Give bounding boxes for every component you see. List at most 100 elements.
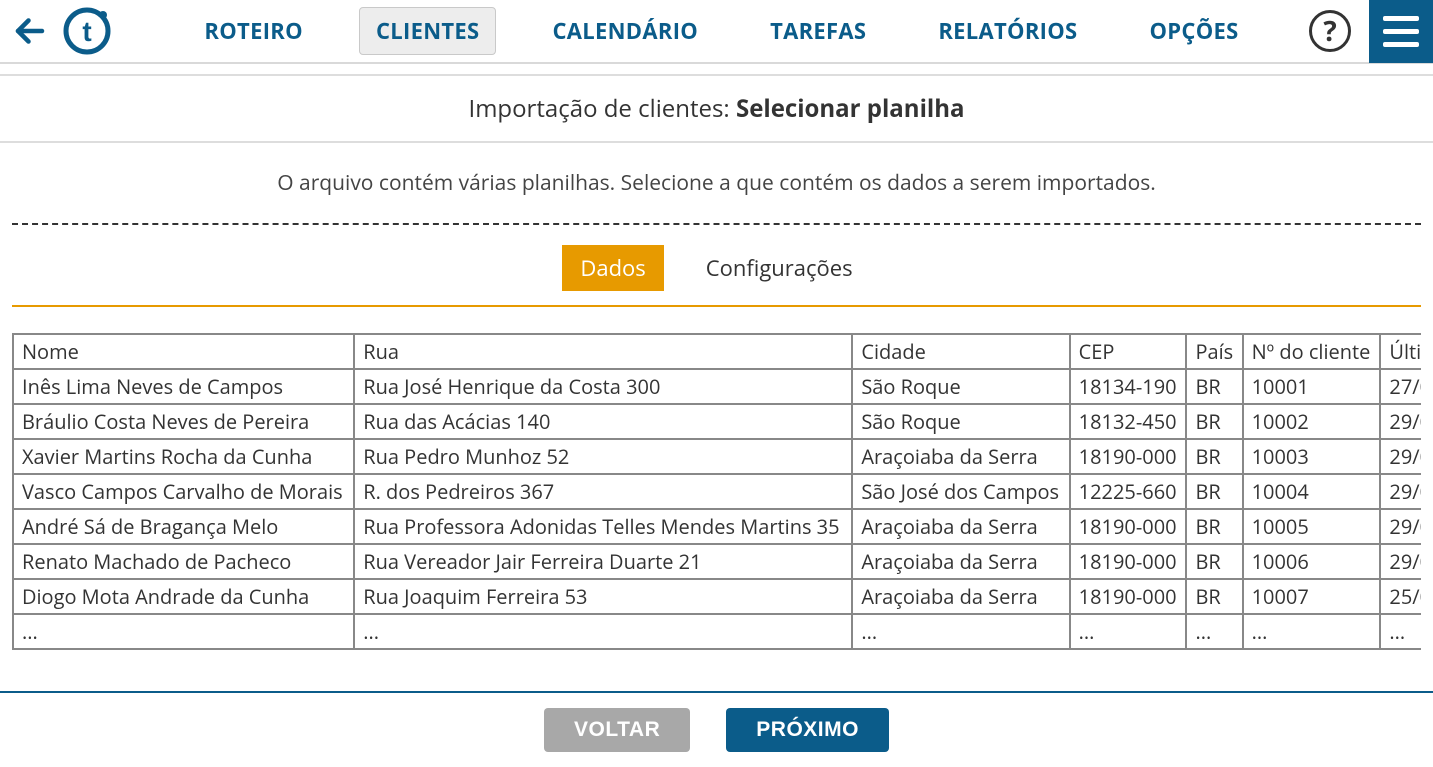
sheet-tabs: Dados Configurações: [12, 245, 1421, 307]
table-cell: 18190-000: [1070, 439, 1187, 474]
table-cell: 29/09/2: [1380, 509, 1421, 544]
column-header: Rua: [354, 334, 852, 369]
table-cell: 10004: [1243, 474, 1381, 509]
table-cell: 25/07/2: [1380, 579, 1421, 614]
table-body: Inês Lima Neves de CamposRua José Henriq…: [13, 369, 1421, 649]
table-cell: Diogo Mota Andrade da Cunha: [13, 579, 354, 614]
table-cell: Rua das Acácias 140: [354, 404, 852, 439]
table-row: .....................: [13, 614, 1421, 649]
content-inner: O arquivo contém várias planilhas. Selec…: [0, 143, 1433, 690]
table-cell: 18134-190: [1070, 369, 1187, 404]
nav-item-clientes[interactable]: CLIENTES: [359, 7, 497, 55]
table-cell: 10005: [1243, 509, 1381, 544]
table-cell: 12225-660: [1070, 474, 1187, 509]
table-cell: BR: [1186, 509, 1242, 544]
table-cell: 29/09/2: [1380, 474, 1421, 509]
table-cell: 10003: [1243, 439, 1381, 474]
top-right-controls: ?: [1309, 0, 1433, 63]
hamburger-icon: [1383, 42, 1419, 47]
next-step-button[interactable]: PRÓXIMO: [726, 708, 889, 752]
table-cell: Vasco Campos Carvalho de Morais: [13, 474, 354, 509]
help-button[interactable]: ?: [1309, 10, 1351, 52]
table-cell: ...: [13, 614, 354, 649]
divider: [12, 223, 1421, 225]
table-header-row: NomeRuaCidadeCEPPaísNº do clienteÚltimo: [13, 334, 1421, 369]
column-header: Último: [1380, 334, 1421, 369]
table-cell: ...: [1243, 614, 1381, 649]
table-row: Bráulio Costa Neves de PereiraRua das Ac…: [13, 404, 1421, 439]
column-header: Nº do cliente: [1243, 334, 1381, 369]
content-scroll-area[interactable]: O arquivo contém várias planilhas. Selec…: [0, 143, 1433, 691]
page-title-main: Selecionar planilha: [736, 92, 965, 125]
table-cell: Araçoiaba da Serra: [852, 544, 1069, 579]
table-cell: 29/09/2: [1380, 439, 1421, 474]
footer-actions: VOLTAR PRÓXIMO: [0, 691, 1433, 767]
table-cell: 10002: [1243, 404, 1381, 439]
table-cell: BR: [1186, 439, 1242, 474]
t-logo-icon: t: [62, 6, 112, 56]
column-header: Cidade: [852, 334, 1069, 369]
table-cell: São Roque: [852, 404, 1069, 439]
preview-table: NomeRuaCidadeCEPPaísNº do clienteÚltimo …: [12, 333, 1421, 650]
app-logo: t: [60, 4, 114, 58]
table-cell: ...: [1186, 614, 1242, 649]
table-cell: 18190-000: [1070, 579, 1187, 614]
table-cell: ...: [852, 614, 1069, 649]
table-cell: 29/09/2: [1380, 404, 1421, 439]
table-cell: BR: [1186, 544, 1242, 579]
table-cell: Rua José Henrique da Costa 300: [354, 369, 852, 404]
page-title: Importação de clientes: Selecionar plani…: [0, 74, 1433, 143]
svg-text:t: t: [82, 16, 91, 47]
table-cell: Renato Machado de Pacheco: [13, 544, 354, 579]
table-cell: 10007: [1243, 579, 1381, 614]
table-cell: Bráulio Costa Neves de Pereira: [13, 404, 354, 439]
table-cell: Rua Professora Adonidas Telles Mendes Ma…: [354, 509, 852, 544]
table-cell: ...: [1380, 614, 1421, 649]
instruction-text: O arquivo contém várias planilhas. Selec…: [10, 143, 1423, 223]
nav-item-relatórios[interactable]: RELATÓRIOS: [922, 8, 1093, 54]
table-cell: Araçoiaba da Serra: [852, 509, 1069, 544]
nav-item-opções[interactable]: OPÇÕES: [1133, 8, 1254, 54]
help-icon: ?: [1323, 12, 1336, 50]
table-row: Renato Machado de PachecoRua Vereador Ja…: [13, 544, 1421, 579]
hamburger-menu-button[interactable]: [1369, 0, 1433, 63]
table-cell: BR: [1186, 474, 1242, 509]
table-cell: 18190-000: [1070, 509, 1187, 544]
table-row: André Sá de Bragança MeloRua Professora …: [13, 509, 1421, 544]
table-cell: 10001: [1243, 369, 1381, 404]
column-header: País: [1186, 334, 1242, 369]
table-row: Xavier Martins Rocha da CunhaRua Pedro M…: [13, 439, 1421, 474]
table-row: Vasco Campos Carvalho de MoraisR. dos Pe…: [13, 474, 1421, 509]
table-cell: BR: [1186, 579, 1242, 614]
top-navigation: t ROTEIRO CLIENTES CALENDÁRIO TAREFAS RELATÓ…: [0, 0, 1433, 64]
hamburger-icon: [1383, 16, 1419, 21]
back-step-button[interactable]: VOLTAR: [544, 708, 690, 752]
nav-item-calendário[interactable]: CALENDÁRIO: [536, 8, 714, 54]
table-row: Diogo Mota Andrade da CunhaRua Joaquim F…: [13, 579, 1421, 614]
table-cell: R. dos Pedreiros 367: [354, 474, 852, 509]
nav-item-tarefas[interactable]: TAREFAS: [754, 8, 882, 54]
table-cell: São José dos Campos: [852, 474, 1069, 509]
main-nav: ROTEIRO CLIENTES CALENDÁRIO TAREFAS RELATÓRI…: [134, 7, 1309, 55]
arrow-left-icon: [12, 13, 48, 49]
table-cell: 29/09/2: [1380, 544, 1421, 579]
table-cell: 18190-000: [1070, 544, 1187, 579]
page-title-prefix: Importação de clientes:: [469, 92, 736, 125]
table-scroll-container[interactable]: NomeRuaCidadeCEPPaísNº do clienteÚltimo …: [12, 333, 1421, 650]
column-header: Nome: [13, 334, 354, 369]
nav-item-roteiro[interactable]: ROTEIRO: [188, 8, 319, 54]
table-cell: São Roque: [852, 369, 1069, 404]
table-cell: Araçoiaba da Serra: [852, 439, 1069, 474]
table-cell: BR: [1186, 369, 1242, 404]
hamburger-icon: [1383, 29, 1419, 34]
table-cell: Rua Pedro Munhoz 52: [354, 439, 852, 474]
table-cell: Rua Joaquim Ferreira 53: [354, 579, 852, 614]
back-button[interactable]: [0, 0, 60, 63]
sheet-tab-0[interactable]: Dados: [562, 245, 663, 291]
table-cell: Araçoiaba da Serra: [852, 579, 1069, 614]
table-cell: ...: [1070, 614, 1187, 649]
sheet-tab-1[interactable]: Configurações: [688, 245, 871, 291]
table-cell: 18132-450: [1070, 404, 1187, 439]
table-cell: Rua Vereador Jair Ferreira Duarte 21: [354, 544, 852, 579]
table-row: Inês Lima Neves de CamposRua José Henriq…: [13, 369, 1421, 404]
